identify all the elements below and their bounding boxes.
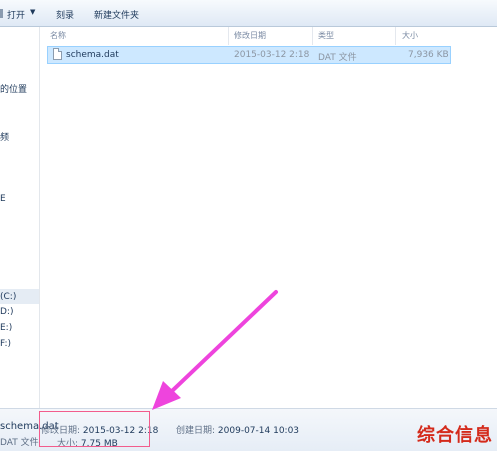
annotation-arrow	[152, 290, 278, 410]
arrow-shaft	[170, 290, 278, 393]
watermark-logo: 综合信息	[417, 425, 493, 446]
